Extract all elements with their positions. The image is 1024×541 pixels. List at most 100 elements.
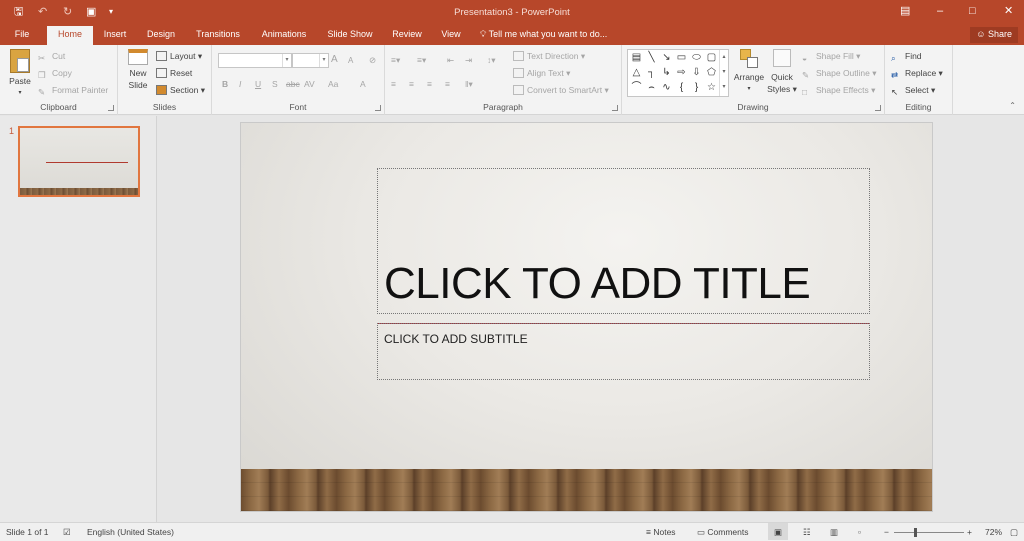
section-button[interactable]: Section ▾ [156,84,205,96]
new-slide-button[interactable]: New Slide [123,49,153,91]
shape-right-arrow-icon[interactable]: ⇨ [675,67,688,79]
spellcheck-icon[interactable]: ☑ [63,523,71,541]
shape-arrow-line-icon[interactable]: ↘ [660,52,673,64]
zoom-out-button[interactable]: − [884,523,889,541]
format-painter-button[interactable]: ✎ Format Painter [38,84,108,97]
shape-fill-button[interactable]: ◒ Shape Fill ▾ [802,50,860,63]
shape-effects-button[interactable]: □ Shape Effects ▾ [802,84,875,97]
shapes-gallery[interactable]: ▤ ╲ ↘ ▭ ⬭ ▢ △ ┐ ↳ ⇨ ⇩ ⬠ ⌒ ⌢ ∿ { } ☆ ▴ ▾ ▾ [627,49,729,97]
notes-button[interactable]: ≡ Notes [646,523,676,541]
italic-button[interactable]: I [239,78,241,90]
tab-slide-show[interactable]: Slide Show [322,26,378,45]
columns-icon[interactable]: ‖▾ [465,78,473,90]
strikethrough-button[interactable]: abc [286,78,300,90]
char-spacing-button[interactable]: AV [304,78,315,90]
shape-triangle-icon[interactable]: △ [630,67,643,79]
reading-view-icon[interactable]: ▥ [830,523,838,541]
underline-button[interactable]: U [255,78,261,90]
layout-button[interactable]: Layout ▾ [156,50,202,62]
slide-thumbnail[interactable] [18,126,140,197]
shape-line-icon[interactable]: ╲ [645,52,658,64]
clipboard-launcher[interactable] [108,105,114,111]
tab-view[interactable]: View [436,26,466,45]
shape-elbow-arrow-icon[interactable]: ↳ [660,67,673,79]
minimize-icon[interactable]: – [937,4,943,18]
numbering-icon[interactable]: ≡▾ [417,54,426,66]
shape-outline-button[interactable]: ✎ Shape Outline ▾ [802,67,877,80]
shape-elbow-icon[interactable]: ┐ [645,67,658,79]
shape-curve-icon[interactable]: ⌒ [630,82,643,94]
shape-arc-icon[interactable]: ⌢ [645,82,658,94]
line-spacing-icon[interactable]: ↕▾ [487,54,496,66]
align-text-button[interactable]: Align Text ▾ [513,67,570,79]
arrange-button[interactable]: Arrange ▾ [732,49,766,95]
language[interactable]: English (United States) [87,523,174,541]
align-center-icon[interactable]: ≡ [409,78,414,90]
align-right-icon[interactable]: ≡ [427,78,432,90]
shrink-font-button[interactable]: A [348,55,353,67]
shape-rounded-rect-icon[interactable]: ▢ [705,52,718,64]
text-direction-button[interactable]: Text Direction ▾ [513,50,585,62]
tab-design[interactable]: Design [141,26,181,45]
bullets-icon[interactable]: ≡▾ [391,54,400,66]
ribbon-display-icon[interactable]: ▤ [900,4,910,18]
change-case-button[interactable]: Aa [328,78,338,90]
shape-star-icon[interactable]: ☆ [705,82,718,94]
clear-format-icon[interactable]: ⊘ [369,54,376,66]
slide[interactable]: CLICK TO ADD TITLE CLICK TO ADD SUBTITLE [240,122,933,512]
slide-count[interactable]: Slide 1 of 1 [6,523,49,541]
subtitle-placeholder[interactable]: CLICK TO ADD SUBTITLE [377,323,870,380]
font-launcher[interactable] [375,105,381,111]
zoom-slider[interactable] [894,532,964,533]
shadow-button[interactable]: S [272,78,278,90]
select-button[interactable]: ↖ Select ▾ [891,84,935,97]
shape-rectangle-icon[interactable]: ▭ [675,52,688,64]
find-button[interactable]: ⌕ Find [891,50,922,63]
sorter-view-icon[interactable]: ☷ [803,523,811,541]
gallery-scroll[interactable]: ▴ ▾ ▾ [719,50,728,96]
shape-brace-icon[interactable]: { [675,82,688,94]
tab-home[interactable]: Home [47,26,93,45]
justify-icon[interactable]: ≡ [445,78,450,90]
decrease-indent-icon[interactable]: ⇤ [447,54,454,66]
align-left-icon[interactable]: ≡ [391,78,396,90]
shape-wave-icon[interactable]: ∿ [660,82,673,94]
fit-slide-icon[interactable]: ▢ [1010,523,1018,541]
drawing-launcher[interactable] [875,105,881,111]
slideshow-icon[interactable]: ▫ [858,523,861,541]
grow-font-button[interactable]: A [331,54,338,66]
font-size-combo[interactable]: ▾ [292,53,329,68]
smartart-button[interactable]: Convert to SmartArt ▾ [513,84,609,96]
quick-styles-button[interactable]: Quick Styles ▾ [767,49,797,95]
tab-insert[interactable]: Insert [96,26,134,45]
zoom-slider-thumb[interactable] [914,528,917,537]
tab-file[interactable]: File [4,26,40,45]
share-button[interactable]: ☺ Share [970,27,1018,43]
zoom-in-button[interactable]: + [967,523,972,541]
tab-transitions[interactable]: Transitions [190,26,246,45]
shape-pentagon-icon[interactable]: ⬠ [705,67,718,79]
collapse-ribbon-icon[interactable]: ⌃ [1009,101,1016,110]
title-placeholder[interactable]: CLICK TO ADD TITLE [377,168,870,314]
shape-down-arrow-icon[interactable]: ⇩ [690,67,703,79]
comments-button[interactable]: ▭ Comments [697,523,749,541]
tab-animations[interactable]: Animations [255,26,313,45]
zoom-level[interactable]: 72% [985,523,1002,541]
reset-button[interactable]: Reset [156,67,192,79]
font-color-button[interactable]: A [360,78,366,90]
replace-button[interactable]: ⇄ Replace ▾ [891,67,943,80]
paste-button[interactable]: Paste ▾ [6,49,34,99]
paragraph-launcher[interactable] [612,105,618,111]
maximize-icon[interactable]: □ [969,4,976,18]
increase-indent-icon[interactable]: ⇥ [465,54,472,66]
font-name-combo[interactable]: ▾ [218,53,292,68]
cut-button[interactable]: ✂ Cut [38,50,65,63]
close-icon[interactable]: ✕ [1004,4,1013,18]
tab-review[interactable]: Review [386,26,428,45]
bold-button[interactable]: B [222,78,228,90]
shape-oval-icon[interactable]: ⬭ [690,52,703,64]
shape-brace-right-icon[interactable]: } [690,82,703,94]
tell-me-box[interactable]: 💡︎ Tell me what you want to do... [480,26,607,45]
normal-view-icon[interactable]: ▣ [768,523,788,540]
shape-textbox-icon[interactable]: ▤ [630,52,643,64]
